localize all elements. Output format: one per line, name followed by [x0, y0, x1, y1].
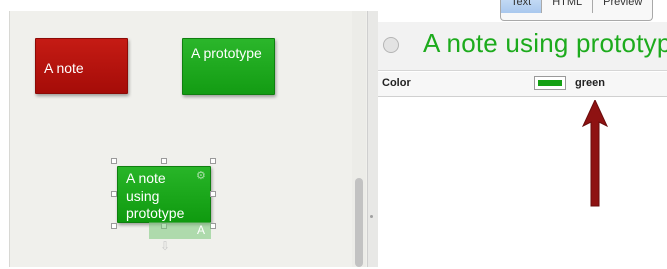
note-status-icon[interactable] [383, 37, 399, 53]
resize-handle-top-right[interactable] [210, 158, 216, 164]
note-label: A note using prototype [126, 170, 185, 221]
key-attribute-row: Color green [378, 72, 667, 97]
color-swatch[interactable] [534, 76, 566, 90]
tab-text[interactable]: Text [501, 0, 543, 13]
splitter-grip-icon [370, 215, 373, 218]
attribute-value[interactable]: green [575, 77, 605, 89]
resize-handle-right[interactable] [210, 191, 216, 197]
prototype-badge-label: A [196, 223, 205, 237]
resize-handle-bottom-left[interactable] [111, 223, 117, 229]
attribute-label: Color [382, 77, 411, 89]
down-arrow-icon: ⇩ [160, 239, 171, 253]
view-tabs: Text HTML Preview [500, 0, 654, 21]
prototype-badge: A [149, 222, 211, 239]
resize-handle-top-left[interactable] [111, 158, 117, 164]
canvas-scrollbar-thumb[interactable] [355, 178, 363, 267]
note-a-prototype[interactable]: A prototype [182, 38, 275, 95]
resize-handle-left[interactable] [111, 191, 117, 197]
note-label: A prototype [191, 45, 262, 61]
annotation-arrow-icon [581, 100, 609, 207]
resize-handle-top[interactable] [161, 158, 167, 164]
note-title[interactable]: A note using prototype [423, 28, 667, 59]
tab-preview[interactable]: Preview [593, 0, 652, 13]
color-swatch-fill [538, 80, 562, 86]
note-a-note[interactable]: A note [35, 38, 128, 94]
map-canvas[interactable]: A note A prototype A note using prototyp… [9, 11, 368, 267]
tab-html[interactable]: HTML [542, 0, 594, 13]
settings-icon[interactable]: ⚙ [196, 169, 206, 182]
note-label: A note [44, 60, 84, 76]
note-text-editor[interactable] [378, 97, 667, 267]
